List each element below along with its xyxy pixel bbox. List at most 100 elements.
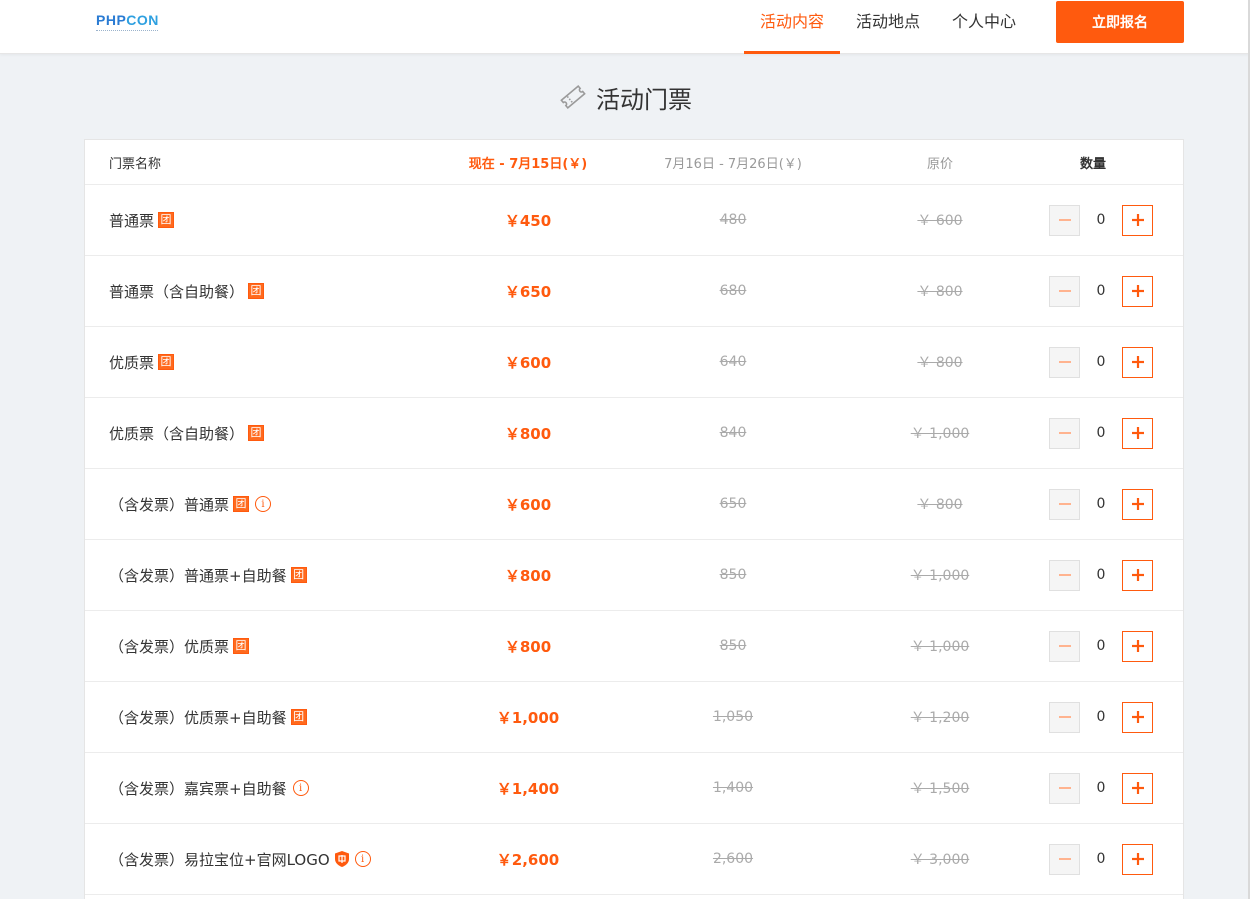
quantity-value[interactable]: 0 [1086,709,1116,725]
ticket-name: （含发票）优质票 [109,637,230,656]
minus-icon [1058,361,1071,363]
now-price-cell: ￥800 [428,611,628,681]
minus-icon [1058,219,1071,221]
plus-icon [1131,214,1144,226]
early-price: 650 [719,496,747,512]
increase-quantity-button[interactable] [1122,417,1153,449]
quantity-stepper: 0 [1049,540,1153,610]
original-price: ￥ 1,000 [910,639,970,655]
nav-item-profile[interactable]: 个人中心 [936,0,1032,54]
decrease-quantity-button[interactable] [1049,630,1080,662]
info-icon[interactable]: i [354,851,371,867]
ticket-name: （含发票）普通票 [109,495,230,514]
quantity-stepper: 0 [1049,185,1153,255]
now-price-cell: ￥1,400 [428,753,628,823]
group-badge: 团 [158,354,175,370]
now-price-cell: ￥600 [428,327,628,397]
register-now-button[interactable]: 立即报名 [1056,1,1184,43]
quantity-value[interactable]: 0 [1086,567,1116,583]
quantity-value[interactable]: 0 [1086,851,1116,867]
original-price: ￥ 1,200 [910,710,970,726]
original-price: ￥ 800 [917,355,963,371]
now-price: ￥600 [504,353,552,372]
now-price: ￥600 [504,495,552,514]
plus-icon [1131,498,1144,510]
header-early-price: 7月16日 - 7月26日(￥) [664,156,802,172]
increase-quantity-button[interactable] [1122,559,1153,591]
decrease-quantity-button[interactable] [1049,559,1080,591]
table-row: （含发票）优质票+自助餐团 ￥1,000 1,050 ￥ 1,200 0 [85,682,1183,753]
original-price-cell: ￥ 800 [840,256,1040,326]
early-price-cell: 1,050 [633,682,833,752]
early-price-cell: 840 [633,398,833,468]
original-price: ￥ 800 [917,497,963,513]
increase-quantity-button[interactable] [1122,275,1153,307]
decrease-quantity-button[interactable] [1049,417,1080,449]
table-row: 普通票团 ￥450 480 ￥ 600 0 [85,185,1183,256]
plus-icon [1131,853,1144,865]
now-price-cell: ￥450 [428,185,628,255]
nav-item-location[interactable]: 活动地点 [840,0,936,54]
header-original-price: 原价 [926,156,953,172]
original-price: ￥ 1,500 [910,781,970,797]
original-price-cell: ￥ 600 [840,185,1040,255]
phpcon-logo[interactable]: PHPCON [96,12,166,36]
now-price-cell: ￥800 [428,398,628,468]
decrease-quantity-button[interactable] [1049,488,1080,520]
quantity-stepper: 0 [1049,469,1153,539]
plus-icon [1131,285,1144,297]
original-price-cell: ￥ 3,000 [840,824,1040,894]
decrease-quantity-button[interactable] [1049,204,1080,236]
quantity-value[interactable]: 0 [1086,496,1116,512]
ticket-name: 优质票 [109,353,155,372]
early-price: 480 [719,212,747,228]
increase-quantity-button[interactable] [1122,346,1153,378]
table-row: （含发票）普通票+自助餐团 ￥800 850 ￥ 1,000 0 [85,540,1183,611]
decrease-quantity-button[interactable] [1049,346,1080,378]
quantity-value[interactable]: 0 [1086,283,1116,299]
early-price-cell: 480 [633,185,833,255]
early-price: 850 [719,567,747,583]
quantity-stepper: 0 [1049,682,1153,752]
quantity-value[interactable]: 0 [1086,780,1116,796]
now-price: ￥450 [504,211,552,230]
decrease-quantity-button[interactable] [1049,843,1080,875]
table-header: 门票名称 现在 - 7月15日(￥) 7月16日 - 7月26日(￥) 原价 数… [85,140,1183,185]
increase-quantity-button[interactable] [1122,701,1153,733]
minus-icon [1058,858,1071,860]
info-icon[interactable]: i [255,496,272,512]
group-badge: 团 [248,283,265,299]
group-badge: 团 [290,709,307,725]
decrease-quantity-button[interactable] [1049,772,1080,804]
early-price: 680 [719,283,747,299]
original-price: ￥ 3,000 [910,852,970,868]
info-icon[interactable]: i [292,780,309,796]
increase-quantity-button[interactable] [1122,204,1153,236]
quantity-value[interactable]: 0 [1086,638,1116,654]
now-price: ￥800 [504,566,552,585]
plus-icon [1131,356,1144,368]
table-row: （含发票）优质票团 ￥800 850 ￥ 1,000 0 [85,611,1183,682]
quantity-value[interactable]: 0 [1086,425,1116,441]
quantity-value[interactable]: 0 [1086,354,1116,370]
increase-quantity-button[interactable] [1122,630,1153,662]
minus-icon [1058,645,1071,647]
quantity-stepper: 0 [1049,824,1153,894]
table-row: 普通票（含自助餐）团 ￥650 680 ￥ 800 0 [85,256,1183,327]
nav-item-content[interactable]: 活动内容 [744,0,841,54]
increase-quantity-button[interactable] [1122,772,1153,804]
decrease-quantity-button[interactable] [1049,275,1080,307]
ticket-name: （含发票）嘉宾票+自助餐 [109,779,287,798]
ticket-name: （含发票）优质票+自助餐 [109,708,287,727]
early-price: 1,400 [712,780,754,796]
increase-quantity-button[interactable] [1122,488,1153,520]
quantity-value[interactable]: 0 [1086,212,1116,228]
quantity-stepper: 0 [1049,753,1153,823]
early-price-cell: 650 [633,469,833,539]
quantity-stepper: 0 [1049,256,1153,326]
now-price: ￥800 [504,424,552,443]
increase-quantity-button[interactable] [1122,843,1153,875]
plus-icon [1131,569,1144,581]
decrease-quantity-button[interactable] [1049,701,1080,733]
original-price-cell: ￥ 1,000 [840,398,1040,468]
